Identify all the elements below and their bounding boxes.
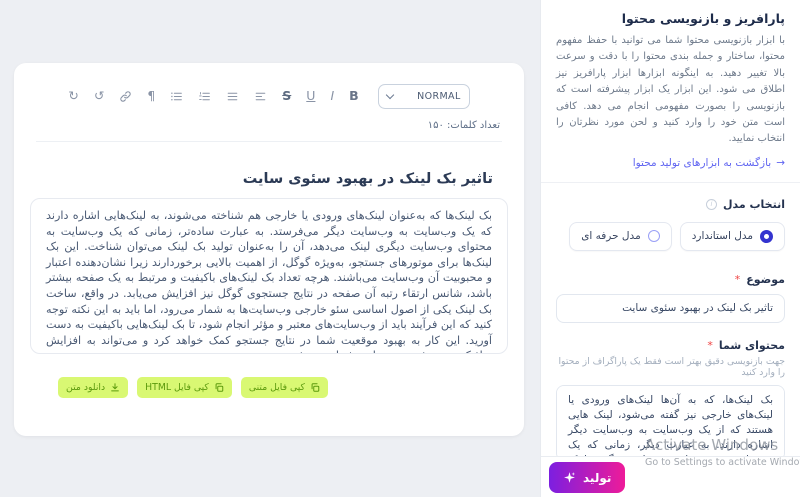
content-helper-text: جهت بازنویسی دقیق بهتر است فقط یک پاراگر… [556, 356, 785, 378]
document-body[interactable]: بک لینک‌ها که به‌عنوان لینک‌های ورودی یا… [30, 198, 508, 354]
required-asterisk: * [707, 339, 713, 352]
word-count: تعداد کلمات: ۱۵۰ [14, 120, 524, 131]
subject-input[interactable] [556, 294, 785, 323]
copy-icon [214, 382, 224, 393]
generate-button[interactable]: تولید [549, 462, 625, 493]
export-actions: کپی فایل متنی کپی فایل HTML دانلود متن [14, 377, 524, 398]
bullet-list-icon [170, 90, 183, 103]
paraphrase-tool-page: ↻ ↺ ¶ [0, 0, 800, 497]
italic-button[interactable]: I [330, 90, 334, 103]
model-option-pro[interactable]: مدل حرفه ای [569, 222, 672, 251]
download-text-button[interactable]: دانلود متن [58, 377, 128, 398]
generate-label: تولید [583, 471, 611, 485]
underline-button[interactable]: U [306, 90, 315, 103]
download-text-label: دانلود متن [66, 382, 105, 393]
copy-text-label: کپی فایل متنی [249, 382, 305, 393]
model-standard-label: مدل استاندارد [692, 230, 753, 242]
editor-toolbar: ↻ ↺ ¶ [14, 84, 524, 109]
chevron-down-icon [385, 91, 393, 99]
undo-button[interactable]: ↺ [94, 90, 104, 103]
info-icon[interactable]: i [706, 199, 717, 210]
sparkle-icon [563, 471, 576, 484]
model-option-standard[interactable]: مدل استاندارد [680, 222, 785, 251]
copy-html-label: کپی فایل HTML [145, 382, 209, 393]
document-title: تاثیر بک لینک در بهبود سئوی سایت [14, 171, 524, 187]
link-icon [119, 90, 132, 103]
required-asterisk: * [735, 273, 741, 286]
back-arrow-icon: → [776, 157, 785, 169]
model-options: مدل استاندارد مدل حرفه ای [556, 222, 785, 251]
redo-button[interactable]: ↻ [68, 90, 78, 103]
editor-card: ↻ ↺ ¶ [14, 63, 524, 436]
bullet-list-button[interactable] [170, 90, 183, 103]
tool-title: پارافریز و بازنویسی محتوا [556, 11, 785, 26]
model-select-label: انتخاب مدل [723, 198, 785, 211]
heading-style-value: NORMAL [417, 91, 461, 102]
content-textarea[interactable]: بک لینک‌ها، که به آن‌ها لینک‌های ورودی ی… [556, 385, 785, 461]
sidebar-form: انتخاب مدل i مدل استاندارد مدل حرفه ای م… [541, 183, 800, 497]
link-button[interactable] [119, 90, 132, 103]
copy-html-button[interactable]: کپی فایل HTML [137, 377, 232, 398]
sidebar-footer: تولید [541, 456, 800, 497]
model-pro-label: مدل حرفه ای [581, 230, 641, 242]
heading-style-select[interactable]: NORMAL [378, 84, 470, 109]
paragraph-direction-button[interactable]: ¶ [147, 90, 155, 103]
back-link-label: بازگشت به ابزارهای تولید محتوا [633, 157, 771, 169]
content-label: محتوای شما [719, 339, 785, 352]
align-justify-button[interactable] [226, 90, 239, 103]
align-justify-icon [226, 90, 239, 103]
align-left-button[interactable] [254, 90, 267, 103]
ordered-list-icon [198, 90, 211, 103]
back-to-tools-link[interactable]: → بازگشت به ابزارهای تولید محتوا [556, 157, 785, 169]
align-left-icon [254, 90, 267, 103]
ordered-list-button[interactable] [198, 90, 211, 103]
tool-intro-section: پارافریز و بازنویسی محتوا با ابزار بازنو… [541, 0, 800, 183]
radio-selected-icon [760, 230, 773, 243]
copy-icon [310, 382, 320, 393]
tool-description: با ابزار بازنویسی محتوا شما می توانید با… [556, 33, 785, 148]
strikethrough-button[interactable]: S [282, 90, 291, 103]
settings-sidebar: پارافریز و بازنویسی محتوا با ابزار بازنو… [540, 0, 800, 497]
radio-unselected-icon [648, 230, 660, 242]
divider [36, 141, 502, 142]
subject-label: موضوع [746, 273, 785, 286]
copy-text-button[interactable]: کپی فایل متنی [241, 377, 328, 398]
bold-button[interactable]: B [349, 90, 359, 103]
download-icon [110, 382, 120, 393]
